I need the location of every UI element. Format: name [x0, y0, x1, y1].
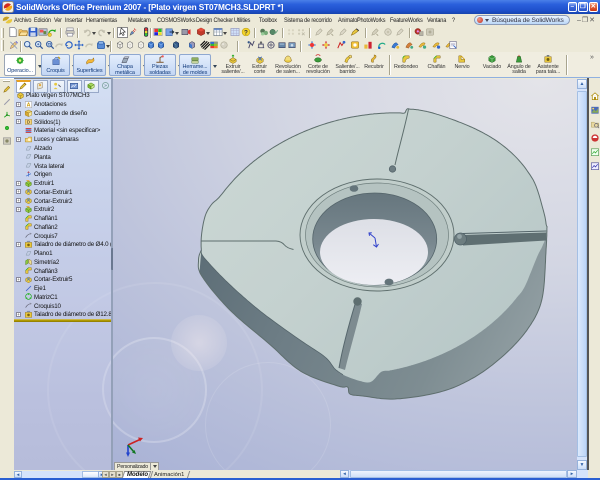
svg-text:A: A — [27, 102, 31, 108]
svg-text:?: ? — [244, 29, 248, 36]
